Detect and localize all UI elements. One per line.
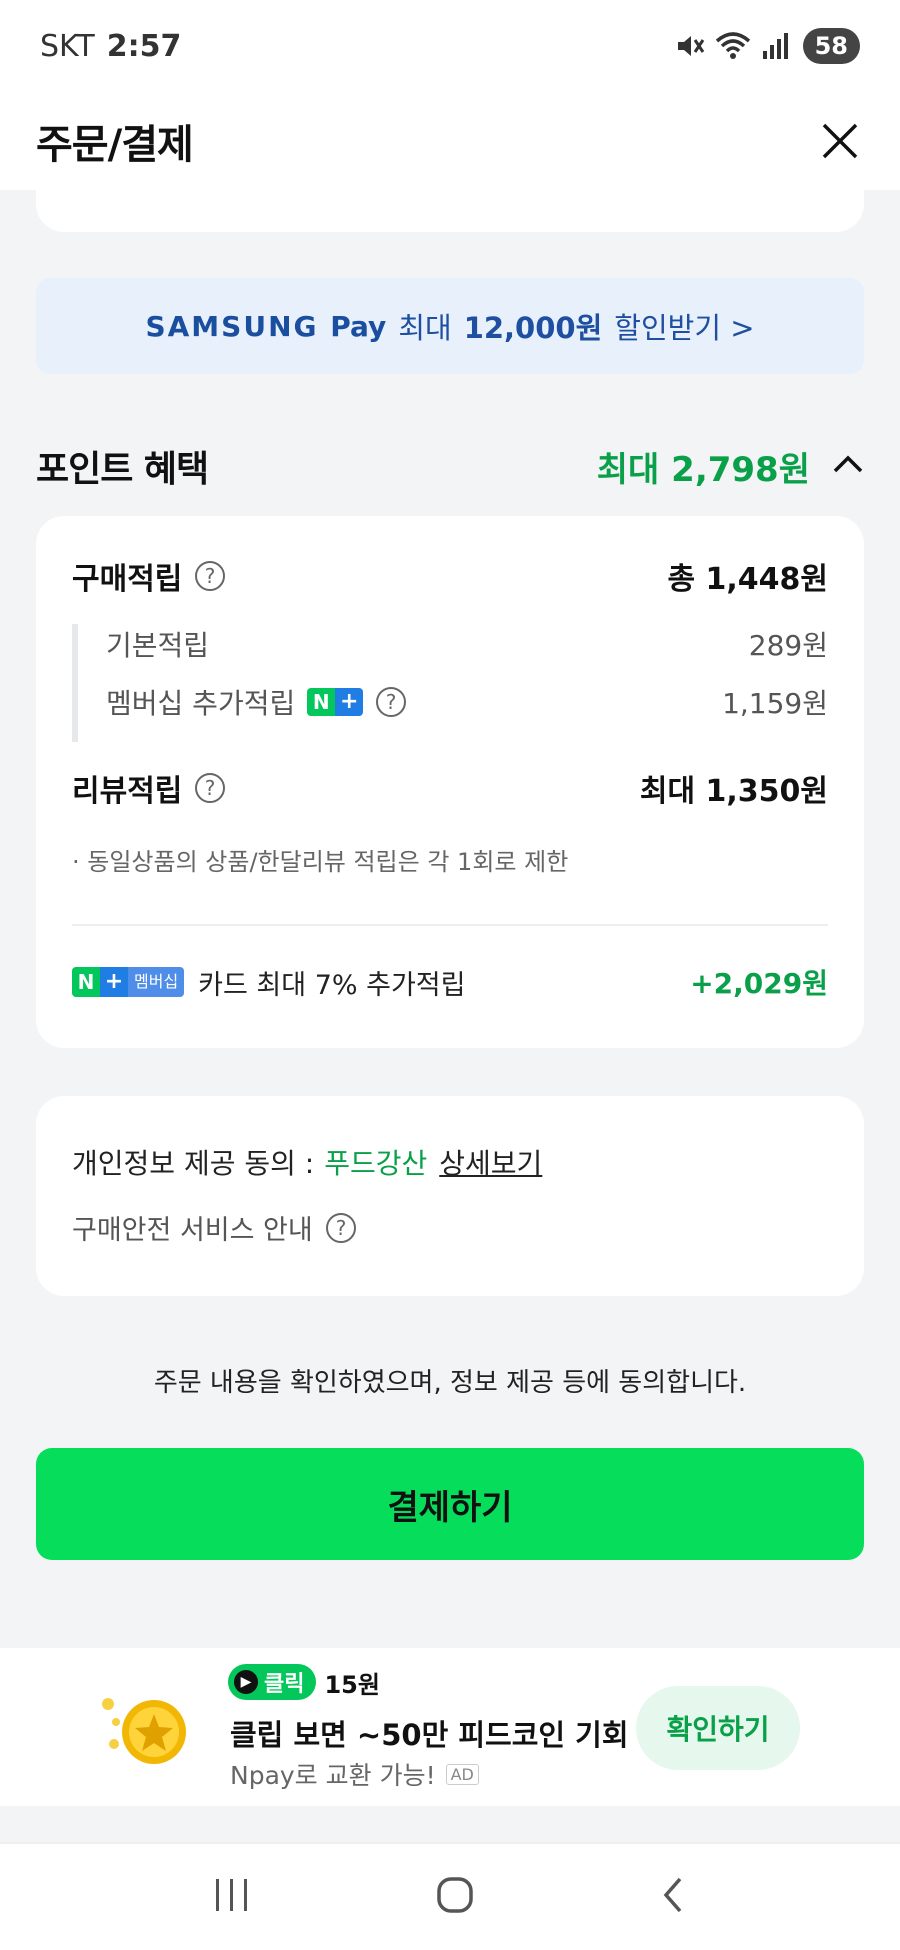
review-points-label: 리뷰적립 (72, 774, 183, 809)
privacy-consent-label: 개인정보 제공 동의 : (72, 1147, 315, 1180)
naver-plus-glyph: + (335, 688, 364, 716)
pay-brand-text: Pay (330, 309, 387, 343)
clock: 2:57 (106, 28, 182, 64)
ad-subtitle-row: Npay로 교환 가능! AD (230, 1756, 479, 1792)
svg-text:?: ? (205, 564, 216, 588)
membership-glyph: 멤버십 (128, 967, 185, 997)
card-bonus-row: N + 멤버십 카드 최대 7% 추가적립 +2,029원 (72, 962, 828, 1002)
safety-service-row[interactable]: 구매안전 서비스 안내 ? (72, 1208, 357, 1247)
help-icon[interactable]: ? (194, 772, 226, 804)
naver-n-glyph: N (307, 688, 336, 716)
home-icon[interactable] (435, 1875, 475, 1919)
samsung-banner-suffix: 할인받기 > (614, 311, 755, 345)
review-points-value: 최대 1,350원 (639, 774, 828, 809)
help-icon[interactable]: ? (194, 560, 226, 592)
membership-points-value: 1,159원 (722, 687, 828, 720)
safety-service-label: 구매안전 서비스 안내 (72, 1215, 313, 1246)
privacy-consent-row: 개인정보 제공 동의 : 푸드강산 상세보기 (72, 1142, 542, 1182)
ad-reward-amount: 15원 (324, 1670, 380, 1699)
naver-plus-glyph: + (100, 967, 128, 997)
review-points-row: 리뷰적립 ? 최대 1,350원 (72, 766, 828, 810)
ad-title: 클립 보면 ~50만 피드코인 기회 (230, 1718, 629, 1752)
carrier-label: SKT (40, 28, 95, 64)
help-icon[interactable]: ? (325, 1212, 357, 1244)
card-bonus-value: +2,029원 (690, 967, 828, 1000)
purchase-points-value: 총 1,448원 (667, 562, 828, 597)
naver-n-glyph: N (72, 967, 100, 997)
consent-card: 개인정보 제공 동의 : 푸드강산 상세보기 구매안전 서비스 안내 ? (36, 1096, 864, 1296)
close-icon (822, 123, 858, 159)
divider (72, 924, 828, 926)
ad-subtitle: Npay로 교환 가능! (230, 1761, 436, 1790)
seller-name: 푸드강산 (324, 1147, 428, 1180)
samsung-brand-text: SAMSUNG (145, 309, 319, 343)
basic-points-value: 289원 (748, 629, 828, 662)
purchase-points-row: 구매적립 ? 총 1,448원 (72, 554, 828, 598)
chevron-up-icon[interactable] (832, 454, 864, 478)
ad-reward-tag: ▶ 클릭 15원 (228, 1664, 380, 1700)
membership-points-row: 멤버십 추가적립 N + ? 1,159원 (106, 682, 828, 722)
ad-label-badge: AD (445, 1763, 479, 1785)
signal-icon (761, 31, 789, 61)
membership-points-label: 멤버십 추가적립 (106, 687, 296, 720)
coin-icon (98, 1688, 208, 1782)
ad-confirm-button[interactable]: 확인하기 (636, 1686, 800, 1770)
system-nav-bar (0, 1842, 900, 1950)
status-icons: 58 (675, 28, 860, 64)
help-icon[interactable]: ? (375, 686, 407, 718)
naver-plus-membership-badge: N + 멤버십 (72, 967, 185, 997)
points-section-title: 포인트 혜택 (36, 449, 209, 490)
review-points-note: · 동일상품의 상품/한달리뷰 적립은 각 1회로 제한 (72, 848, 569, 876)
wifi-icon (715, 31, 751, 61)
back-icon[interactable] (658, 1875, 688, 1919)
svg-text:?: ? (335, 1216, 346, 1240)
svg-text:?: ? (205, 776, 216, 800)
agreement-text: 주문 내용을 확인하였으며, 정보 제공 등에 동의합니다. (153, 1368, 747, 1398)
basic-points-label: 기본적립 (106, 629, 210, 662)
card-bonus-label: 카드 최대 7% 추가적립 (198, 969, 466, 1001)
points-section-header[interactable]: 포인트 혜택 최대 2,798원 (36, 436, 864, 496)
points-card: 구매적립 ? 총 1,448원 기본적립 289원 멤버십 추가적립 N + ?… (36, 516, 864, 1048)
mute-icon (675, 31, 705, 61)
battery-indicator: 58 (802, 28, 860, 64)
click-pill-label: 클릭 (264, 1672, 305, 1697)
samsung-pay-logo: SAMSUNG Pay (145, 310, 386, 343)
page-title: 주문/결제 (36, 122, 194, 168)
purchase-points-label: 구매적립 (72, 562, 183, 597)
click-pill: ▶ 클릭 (228, 1664, 317, 1700)
purchase-points-breakdown: 기본적립 289원 멤버십 추가적립 N + ? 1,159원 (72, 624, 828, 742)
points-max-amount: 최대 2,798원 (596, 449, 810, 490)
view-details-link[interactable]: 상세보기 (439, 1142, 542, 1182)
samsung-banner-amount: 12,000원 (463, 311, 603, 345)
play-icon: ▶ (234, 1670, 258, 1694)
recent-apps-icon[interactable] (212, 1877, 252, 1917)
naver-plus-badge: N + (307, 688, 364, 716)
samsung-banner-text: 최대 (398, 311, 452, 345)
ad-banner[interactable]: ▶ 클릭 15원 클립 보면 ~50만 피드코인 기회 Npay로 교환 가능!… (0, 1648, 900, 1806)
samsung-pay-banner[interactable]: SAMSUNG Pay 최대 12,000원 할인받기 > (36, 278, 864, 374)
pay-button[interactable]: 결제하기 (36, 1448, 864, 1560)
close-button[interactable] (816, 117, 864, 165)
status-bar: SKT 2:57 58 (0, 0, 900, 92)
basic-points-row: 기본적립 289원 (106, 624, 828, 664)
svg-text:?: ? (386, 690, 397, 714)
previous-card-bottom (36, 170, 864, 232)
